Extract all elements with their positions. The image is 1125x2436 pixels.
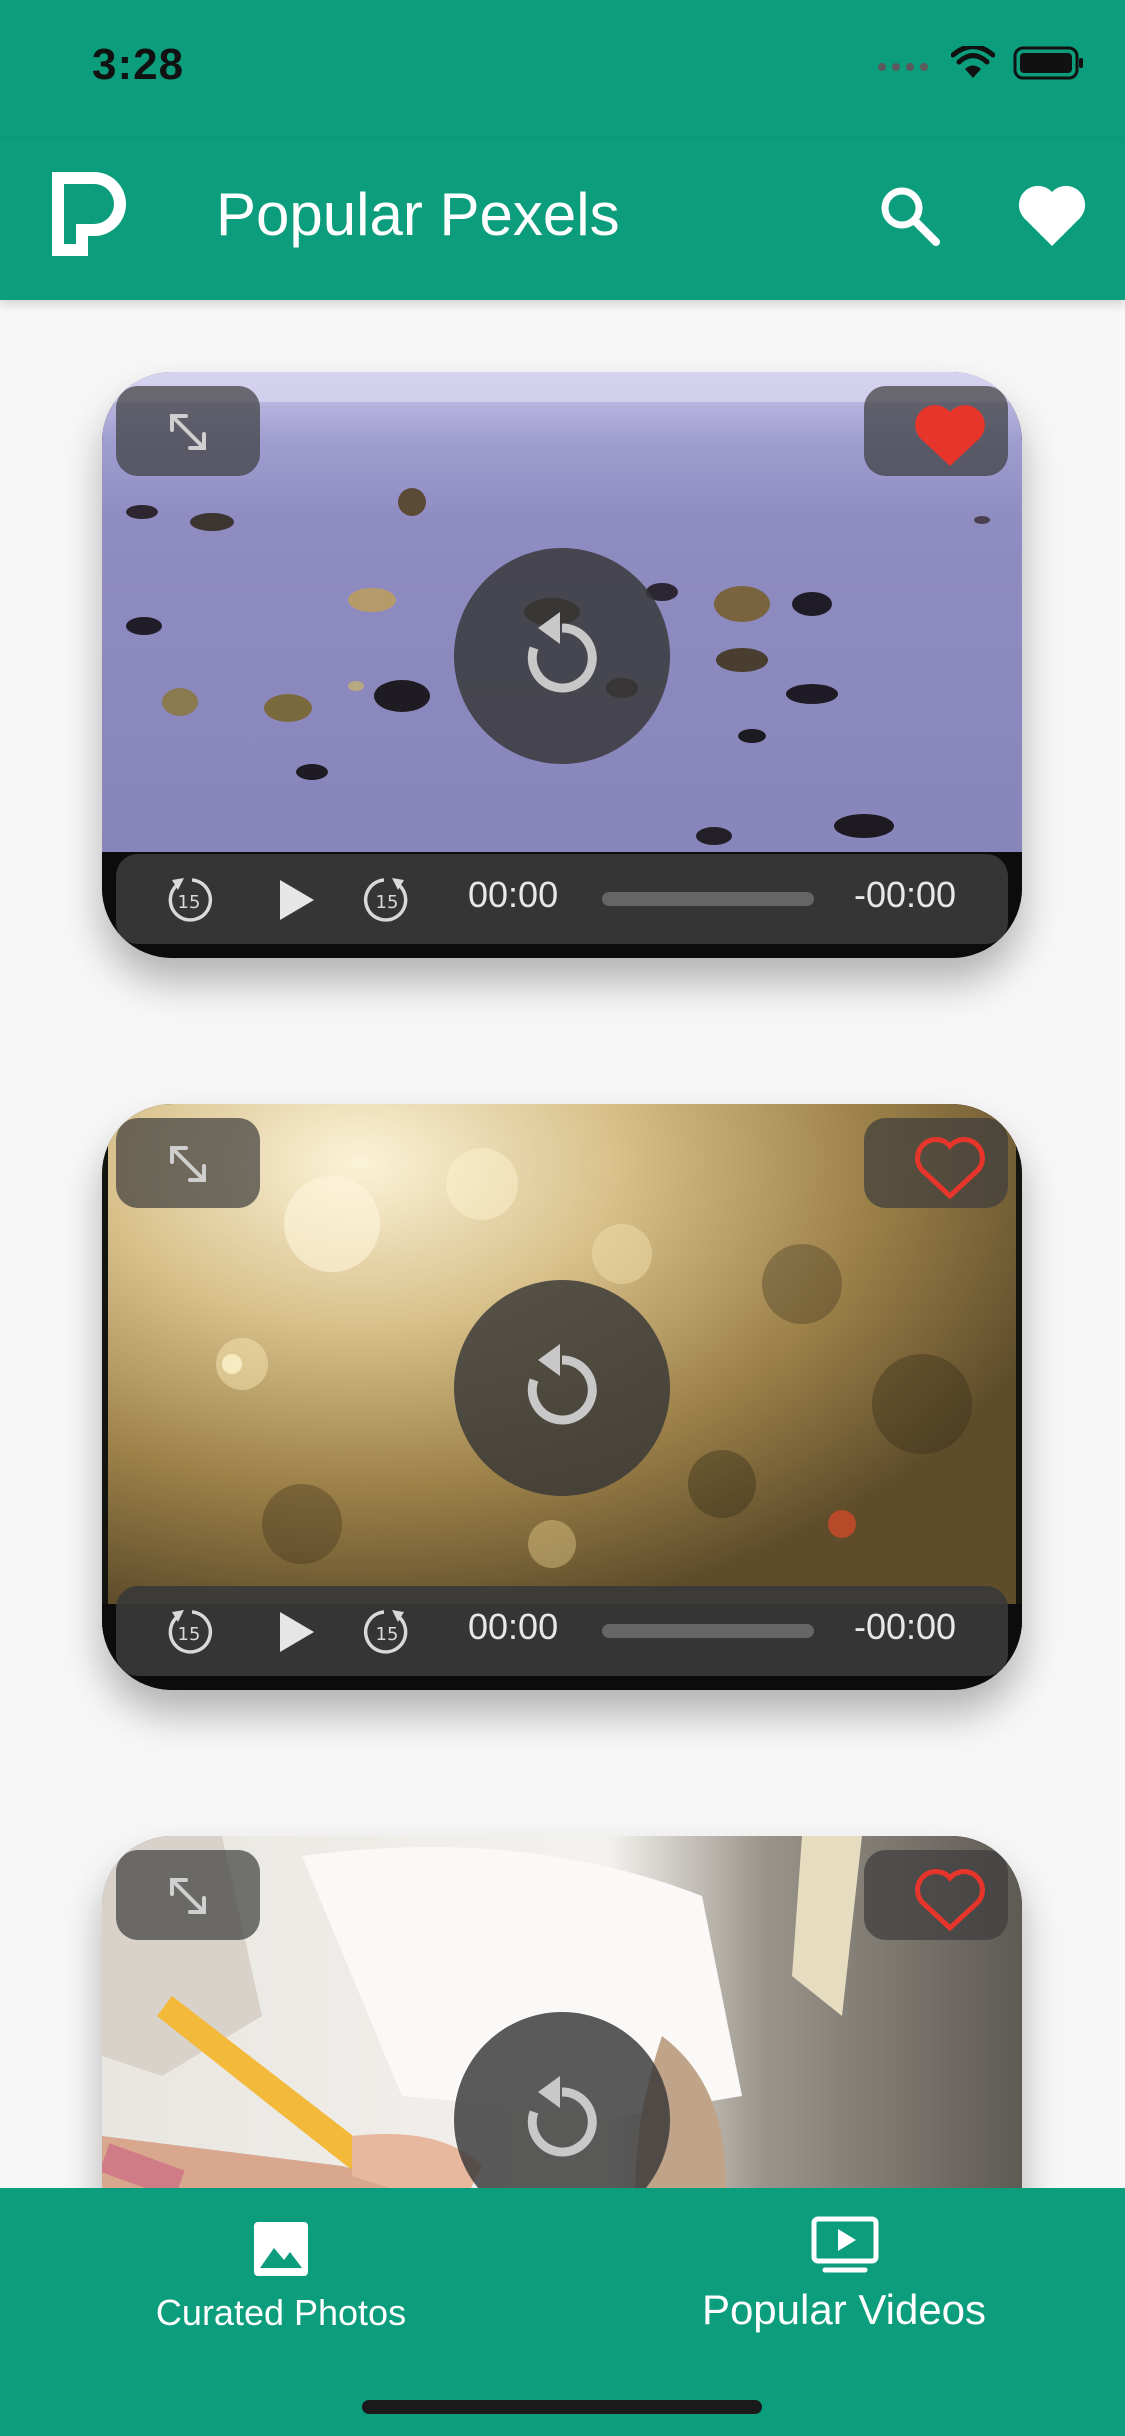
svg-text:15: 15 [178,892,201,913]
play-icon[interactable] [276,1610,316,1654]
video-card[interactable] [102,1836,1022,2188]
app-bar: Popular Pexels [0,140,1125,300]
pexels-logo-icon[interactable] [48,168,130,260]
svg-text:15: 15 [178,1624,201,1645]
expand-icon [170,1146,206,1182]
heart-outline-icon [915,1869,985,1932]
favorite-toggle[interactable] [864,1850,1008,1940]
play-icon[interactable] [276,878,316,922]
status-bar: 3:28 [0,0,1125,140]
fullscreen-button[interactable] [116,386,260,476]
playback-controls: 15 15 00:00 -00:00 [116,854,1008,944]
status-time: 3:28 [92,40,185,89]
tab-popular-videos[interactable]: Popular Videos [563,2188,1125,2368]
replay-icon [527,1344,597,1425]
image-icon [254,2222,308,2276]
tab-label: Popular Videos [701,2286,987,2333]
rewind-15-icon[interactable]: 15 [162,872,216,926]
app-title: Popular Pexels [216,181,620,248]
video-play-icon [811,2216,879,2273]
expand-icon [170,414,206,450]
replay-icon [527,2076,597,2157]
video-feed[interactable]: 15 15 00:00 -00:00 15 15 00:00 -00:00 [0,300,1125,2188]
svg-text:15: 15 [376,892,399,913]
home-indicator[interactable] [362,2400,762,2414]
fullscreen-button[interactable] [116,1118,260,1208]
bottom-nav: Curated Photos Popular Videos [0,2188,1125,2436]
search-icon[interactable] [876,182,942,248]
video-card[interactable]: 15 15 00:00 -00:00 [102,1104,1022,1690]
elapsed-time: 00:00 [468,874,559,915]
fullscreen-button[interactable] [116,1850,260,1940]
svg-text:15: 15 [376,1624,399,1645]
replay-icon [527,612,597,693]
status-icons [877,46,1085,80]
favorite-toggle[interactable] [864,1118,1008,1208]
forward-15-icon[interactable]: 15 [360,1604,414,1658]
heart-outline-icon [915,1137,985,1200]
video-card[interactable]: 15 15 00:00 -00:00 [102,372,1022,958]
expand-icon [170,1878,206,1914]
tab-label: Curated Photos [155,2292,407,2333]
rewind-15-icon[interactable]: 15 [162,1604,216,1658]
remaining-time: -00:00 [854,874,957,915]
wifi-icon [951,46,995,78]
heart-icon[interactable] [1016,180,1088,250]
battery-icon [1013,46,1083,80]
progress-scrubber[interactable] [602,1624,814,1638]
playback-controls: 15 15 00:00 -00:00 [116,1586,1008,1676]
forward-15-icon[interactable]: 15 [360,872,414,926]
remaining-time: -00:00 [854,1606,957,1647]
favorite-toggle[interactable] [864,386,1008,476]
replay-button[interactable] [454,548,670,764]
tab-curated-photos[interactable]: Curated Photos [0,2188,562,2368]
heart-filled-icon [915,405,985,466]
replay-button[interactable] [454,2012,670,2188]
progress-scrubber[interactable] [602,892,814,906]
replay-button[interactable] [454,1280,670,1496]
cellular-signal-icon [878,63,928,71]
elapsed-time: 00:00 [468,1606,559,1647]
